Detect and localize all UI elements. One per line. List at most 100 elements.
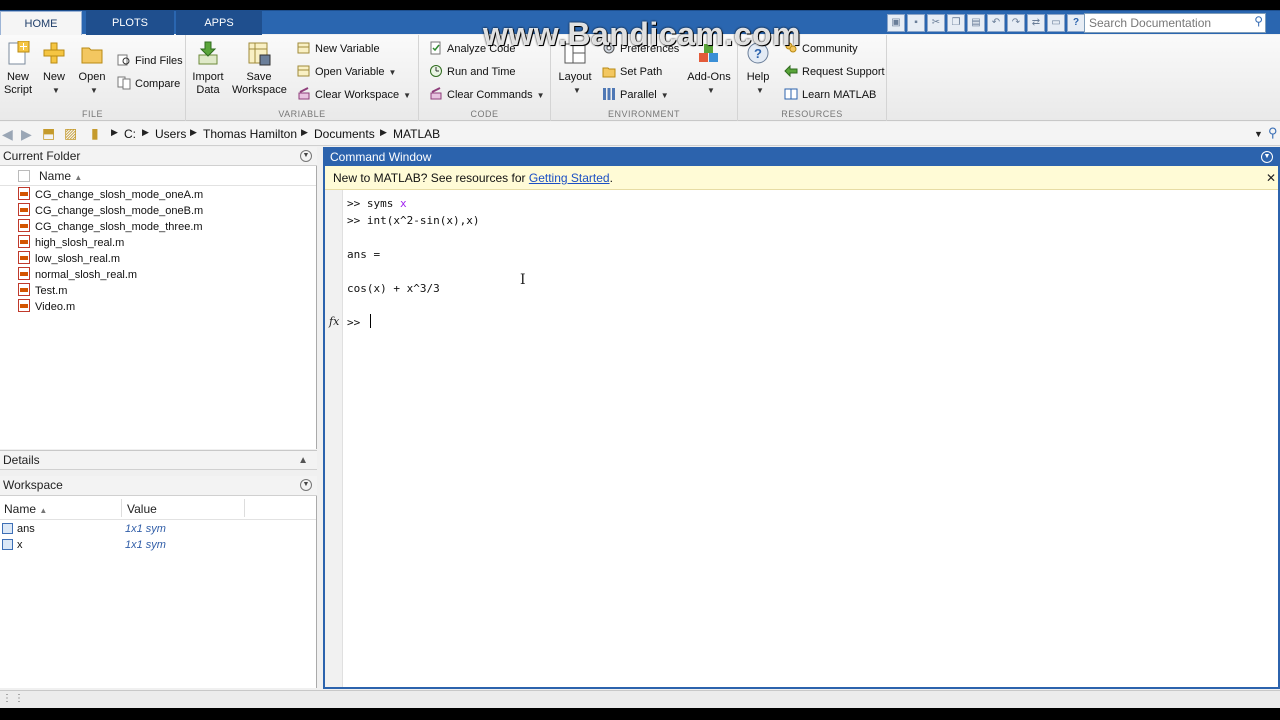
chevron-down-icon: ▼ [403, 91, 412, 100]
new-variable-icon [297, 42, 310, 54]
clear-workspace-button[interactable]: Clear Workspace ▼ [297, 86, 411, 104]
sym-variable-icon [2, 539, 13, 550]
new-script-icon [8, 41, 30, 65]
open-button[interactable]: Open ▼ [70, 41, 114, 97]
save-workspace-button[interactable]: Save Workspace [232, 41, 287, 97]
layout-button[interactable]: Layout ▼ [553, 41, 597, 97]
column-divider [121, 499, 122, 517]
compare-label: Compare [135, 78, 181, 90]
chevron-up-icon[interactable]: ▲ [298, 451, 308, 470]
ws-name-column-header[interactable]: Name ▲ [4, 500, 47, 518]
community-icon [785, 42, 797, 53]
variable-section-label: VARIABLE [278, 109, 326, 119]
undo-icon[interactable]: ↶ [987, 14, 1005, 32]
getting-started-link[interactable]: Getting Started [529, 171, 610, 185]
parallel-button[interactable]: Parallel ▼ [602, 86, 669, 104]
workspace-row[interactable]: x 1x1 sym [0, 537, 317, 553]
file-item[interactable]: Video.m [18, 299, 75, 315]
tab-plots[interactable]: PLOTS [86, 11, 174, 35]
chevron-down-icon: ▼ [536, 91, 545, 100]
workspace-row[interactable]: ans 1x1 sym [0, 521, 317, 537]
run-and-time-button[interactable]: Run and Time [429, 63, 515, 81]
select-checkbox[interactable] [18, 170, 30, 182]
request-support-button[interactable]: Request Support [784, 63, 885, 81]
name-column-header[interactable]: Name ▲ [39, 167, 82, 185]
copy-icon[interactable]: ❐ [947, 14, 965, 32]
clear-workspace-icon [298, 87, 310, 100]
file-item[interactable]: CG_change_slosh_mode_oneA.m [18, 187, 203, 203]
new-script-label: New [6, 71, 29, 83]
search-folder-icon[interactable]: ⚲ [1268, 125, 1278, 141]
set-path-button[interactable]: Set Path [602, 63, 662, 81]
switch-windows-icon[interactable]: ⇄ [1027, 14, 1045, 32]
file-name: Test.m [35, 285, 68, 297]
file-item[interactable]: CG_change_slosh_mode_oneB.m [18, 203, 203, 219]
dock-icon[interactable]: ▣ [887, 14, 905, 32]
cut-icon[interactable]: ✂ [927, 14, 945, 32]
breadcrumb-c[interactable]: C: [124, 127, 136, 141]
clear-commands-button[interactable]: Clear Commands ▼ [429, 86, 545, 104]
file-item[interactable]: Test.m [18, 283, 67, 299]
file-item[interactable]: CG_change_slosh_mode_three.m [18, 219, 203, 235]
command-text: >> syms [347, 197, 400, 210]
save-icon[interactable]: ▪ [907, 14, 925, 32]
forward-arrow-icon[interactable]: ▶ [21, 126, 32, 143]
file-item[interactable]: high_slosh_real.m [18, 235, 124, 251]
add-ons-button[interactable]: Add-Ons ▼ [684, 41, 734, 97]
back-arrow-icon[interactable]: ◀ [2, 126, 13, 143]
request-support-icon [784, 64, 798, 78]
code-section-label: CODE [470, 109, 499, 119]
search-input[interactable]: Search Documentation [1084, 13, 1266, 33]
browse-folder-icon[interactable]: ▨ [64, 125, 77, 142]
ibeam-cursor-icon: I [520, 272, 526, 288]
panel-menu-icon[interactable]: ▼ [300, 150, 312, 162]
add-ons-label: Add-Ons [687, 71, 731, 83]
environment-section: Layout ▼ Preferences Set Path Parallel ▼ A… [551, 35, 738, 121]
find-files-label: Find Files [135, 55, 183, 67]
new-variable-button[interactable]: New Variable [297, 40, 380, 58]
compare-button[interactable]: Compare [117, 75, 180, 93]
chevron-down-icon[interactable]: ▼ [1254, 129, 1263, 139]
community-label: Community [802, 43, 858, 55]
file-name: CG_change_slosh_mode_oneA.m [35, 189, 204, 201]
open-variable-button[interactable]: Open Variable ▼ [297, 63, 396, 81]
breadcrumb-user[interactable]: Thomas Hamilton [203, 127, 297, 141]
search-icon[interactable]: ⚲ [1254, 14, 1263, 28]
quick-access-toolbar: ▣ ▪ ✂ ❐ ▤ ↶ ↷ ⇄ ▭ ? [887, 14, 1085, 32]
learn-matlab-button[interactable]: Learn MATLAB [784, 86, 876, 104]
help-button[interactable]: ? Help ▼ [736, 41, 780, 97]
breadcrumb-users[interactable]: Users [155, 127, 186, 141]
close-icon[interactable]: ✕ [1266, 166, 1276, 190]
top-border [0, 0, 1280, 10]
breadcrumb-matlab[interactable]: MATLAB [393, 127, 440, 141]
file-item[interactable]: normal_slosh_real.m [18, 267, 137, 283]
panel-menu-icon[interactable]: ▼ [1261, 151, 1273, 163]
command-line: >> int(x^2-sin(x),x) [347, 214, 480, 227]
import-data-button[interactable]: Import Data [186, 41, 230, 97]
redo-icon[interactable]: ↷ [1007, 14, 1025, 32]
tab-home[interactable]: HOME [0, 11, 82, 35]
open-variable-icon [297, 65, 310, 77]
breadcrumb-documents[interactable]: Documents [314, 127, 375, 141]
details-header[interactable]: Details ▲ [0, 450, 317, 470]
paste-icon[interactable]: ▤ [967, 14, 985, 32]
command-line: >> syms x [347, 197, 407, 210]
command-window[interactable]: Command Window ▼ New to MATLAB? See reso… [323, 147, 1280, 689]
file-item[interactable]: low_slosh_real.m [18, 251, 120, 267]
function-browser-icon[interactable]: fx [329, 315, 339, 328]
tab-apps[interactable]: APPS [176, 11, 262, 35]
find-files-button[interactable]: Find Files [117, 52, 183, 70]
name-column-label: Name [39, 169, 72, 183]
save-workspace-icon [248, 42, 271, 66]
analyze-code-button[interactable]: Analyze Code [429, 40, 516, 58]
window-icon[interactable]: ▭ [1047, 14, 1065, 32]
preferences-button[interactable]: Preferences [602, 40, 679, 58]
up-folder-icon[interactable]: ⬒ [42, 125, 55, 142]
command-gutter [325, 190, 343, 687]
panel-menu-icon[interactable]: ▼ [300, 479, 312, 491]
community-button[interactable]: Community [784, 40, 858, 58]
ws-value-column-header[interactable]: Value [127, 500, 157, 518]
address-bar: ◀ ▶ ⬒ ▨ ▮ ▶ C: ▶ Users ▶ Thomas Hamilton… [0, 122, 1280, 146]
info-bar: New to MATLAB? See resources for Getting… [325, 166, 1278, 190]
help-icon[interactable]: ? [1067, 14, 1085, 32]
